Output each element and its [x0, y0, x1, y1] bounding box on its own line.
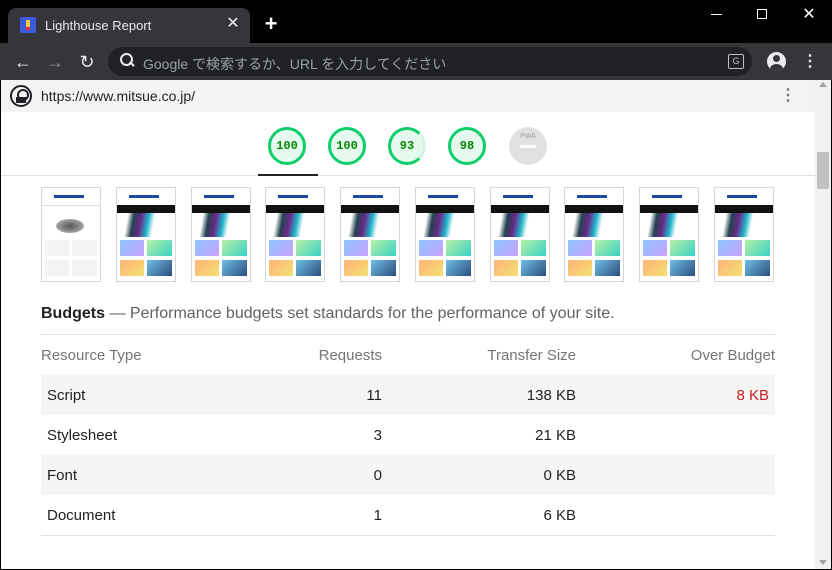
lighthouse-favicon-icon [20, 17, 36, 33]
account-icon[interactable] [767, 52, 786, 71]
back-button[interactable]: ← [10, 49, 36, 75]
page-viewport: https://www.mitsue.co.jp/ ⋮ 100 100 93 9… [1, 80, 815, 569]
scroll-down-icon[interactable] [819, 560, 827, 565]
table-row: Document 1 6 KB [41, 495, 775, 535]
cell-transfer-size: 0 KB [543, 467, 576, 484]
reload-button[interactable]: ↻ [74, 49, 100, 75]
active-gauge-indicator [258, 174, 318, 176]
gauge-score-1[interactable]: 100 [268, 127, 306, 165]
page-scrollbar[interactable] [815, 80, 831, 569]
filmstrip-frame [415, 187, 475, 282]
budgets-heading: Budgets — Performance budgets set standa… [41, 305, 615, 323]
maximize-icon [757, 9, 767, 19]
filmstrip-frame [564, 187, 624, 282]
table-row: Font 0 0 KB [41, 455, 775, 495]
filmstrip-frame [116, 187, 176, 282]
header-requests: Requests [318, 347, 382, 364]
cell-over-budget: 8 KB [736, 387, 769, 404]
address-bar-placeholder: Google で検索するか、URL を入力してください [143, 56, 447, 72]
cell-resource-type: Stylesheet [47, 427, 118, 444]
filmstrip-frame [714, 187, 774, 282]
cell-requests: 3 [373, 427, 382, 444]
pwa-dash-icon [520, 145, 536, 148]
close-window-button[interactable]: ✕ [786, 0, 832, 30]
gauge-score-4[interactable]: 98 [448, 127, 486, 165]
cell-resource-type: Script [47, 387, 86, 404]
filmstrip-frame [490, 187, 550, 282]
cell-resource-type: Document [47, 507, 116, 524]
minimize-button[interactable] [694, 0, 740, 30]
gauge-score-3[interactable]: 93 [388, 127, 426, 165]
forward-button[interactable]: → [42, 49, 68, 75]
tab-strip: Lighthouse Report ✕ + ✕ [0, 0, 832, 43]
filmstrip-frame [340, 187, 400, 282]
tab-close-icon[interactable]: ✕ [224, 15, 242, 33]
minimize-icon [711, 14, 722, 15]
cell-requests: 0 [373, 467, 382, 484]
header-resource-type: Resource Type [41, 347, 142, 364]
search-icon [120, 53, 136, 69]
lighthouse-logo-icon [10, 85, 32, 107]
filmstrip [41, 187, 775, 282]
report-url[interactable]: https://www.mitsue.co.jp/ [41, 88, 195, 104]
translate-icon[interactable]: G [728, 54, 744, 69]
pwa-badge-label: PWA [520, 133, 536, 140]
tab-lighthouse-report[interactable]: Lighthouse Report ✕ [8, 8, 250, 43]
tab-title: Lighthouse Report [45, 18, 152, 33]
score-gauges: 100 100 93 98 PWA [1, 112, 815, 176]
divider [41, 535, 775, 536]
cell-requests: 1 [373, 507, 382, 524]
header-over-budget: Over Budget [690, 347, 775, 364]
scroll-up-icon[interactable] [819, 82, 827, 87]
browser-window: Lighthouse Report ✕ + ✕ ← → ↻ Google で検索… [0, 0, 832, 570]
filmstrip-frame [41, 187, 101, 282]
budgets-title: Budgets [41, 305, 105, 322]
cell-requests: 11 [366, 387, 382, 404]
maximize-button[interactable] [740, 0, 786, 30]
divider [41, 334, 775, 335]
cell-transfer-size: 6 KB [543, 507, 576, 524]
report-topbar: https://www.mitsue.co.jp/ ⋮ [1, 80, 815, 112]
browser-menu-icon[interactable]: ⋮ [800, 52, 820, 72]
table-row: Stylesheet 3 21 KB [41, 415, 775, 455]
budgets-separator: — [105, 305, 130, 322]
filmstrip-frame [265, 187, 325, 282]
gauge-score-2[interactable]: 100 [328, 127, 366, 165]
browser-toolbar: ← → ↻ Google で検索するか、URL を入力してください G ⋮ [0, 43, 832, 80]
cell-transfer-size: 138 KB [526, 387, 576, 404]
new-tab-button[interactable]: + [260, 13, 282, 36]
pwa-badge[interactable]: PWA [509, 127, 547, 165]
cell-resource-type: Font [47, 467, 78, 484]
filmstrip-frame [639, 187, 699, 282]
filmstrip-frame [191, 187, 251, 282]
report-menu-icon[interactable]: ⋮ [777, 86, 799, 106]
budgets-description: Performance budgets set standards for th… [129, 305, 615, 322]
table-row: Script 11 138 KB 8 KB [41, 375, 775, 415]
cell-transfer-size: 21 KB [535, 427, 576, 444]
address-bar[interactable]: Google で検索するか、URL を入力してください [108, 47, 752, 76]
header-transfer-size: Transfer Size [487, 347, 576, 364]
scrollbar-thumb[interactable] [817, 152, 829, 189]
